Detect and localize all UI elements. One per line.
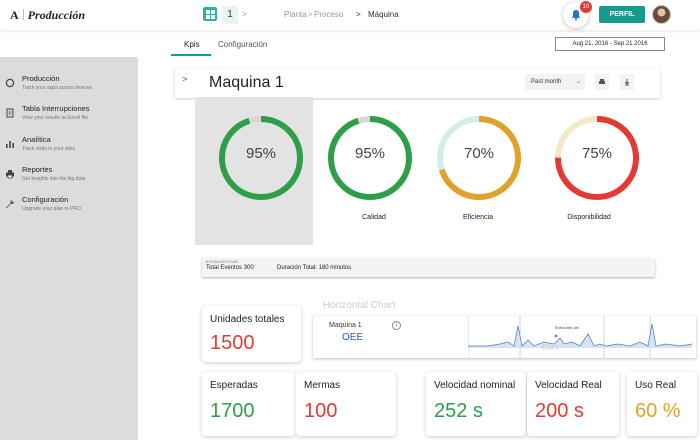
chevron-right-icon[interactable]: > — [182, 74, 187, 84]
notification-badge: 10 — [580, 1, 592, 13]
chart-machine-label: Maquina 1 — [329, 322, 362, 329]
top-bar: A Producción 1 > Planta > Proceso > Máqui… — [0, 0, 700, 30]
sidebar-item-label: Reportes — [22, 165, 53, 174]
horizontal-chart-title: Horizontal Chart — [323, 300, 396, 311]
breadcrumb-maquina[interactable]: Máquina — [368, 10, 399, 19]
kpi-label: Velocidad nominal — [434, 380, 516, 391]
download-icon — [624, 79, 630, 86]
page-number[interactable]: 1 — [222, 6, 238, 24]
kpi-label: Velocidad Real — [535, 380, 602, 391]
chevron-right-icon: > — [242, 10, 247, 19]
kpi-label: Unidades totales — [210, 314, 285, 325]
kpi-card-unidades-totales: Unidades totales 1500 — [202, 306, 301, 362]
kpi-card-velocidad-real: Velocidad Real 200 s — [527, 372, 619, 436]
gauge-label-disponibilidad: Disponibilidad — [567, 214, 611, 221]
wrench-icon — [6, 200, 15, 209]
sidebar-item-tabla-interrupciones[interactable]: Tabla Interrupciones View your results a… — [0, 104, 138, 132]
breadcrumb-proceso[interactable]: Proceso — [314, 10, 343, 19]
sidebar-item-subtitle: Get insights into the big data — [22, 176, 86, 182]
sidebar-item-analitica[interactable]: Analítica Track visits to your sites — [0, 135, 138, 163]
sidebar-item-subtitle: Upgrade your plan to PRO — [22, 206, 81, 212]
horizontal-chart-card: Maquina 1 OEE i Enhoured del Bars — [313, 316, 696, 358]
info-icon[interactable]: i — [392, 321, 401, 330]
kpi-card-velocidad-nominal: Velocidad nominal 252 s — [426, 372, 526, 436]
chevron-right-icon: > — [356, 10, 361, 19]
gauge-eficiencia[interactable]: 70% — [435, 114, 523, 202]
machine-title: Maquina 1 — [209, 74, 284, 91]
date-range-picker[interactable]: Aug 21, 2016 - Sep 21 2016 — [555, 37, 665, 51]
chart-annotation: Enhoured del — [555, 325, 579, 330]
bell-icon — [572, 10, 580, 21]
sidebar-item-label: Tabla Interrupciones — [22, 104, 90, 113]
kpi-label: Esperadas — [210, 380, 258, 391]
notifications-button[interactable]: 10 — [563, 1, 592, 28]
kpi-value: 200 s — [535, 400, 584, 422]
kpi-card-uso-real: Uso Real 60 % — [627, 372, 697, 436]
sidebar-item-configuracion[interactable]: Configuración Upgrade your plan to PRO — [0, 195, 138, 223]
sidebar-item-label: Analítica — [22, 135, 51, 144]
print-button[interactable] — [595, 74, 609, 90]
logo-letter: A — [10, 8, 19, 22]
chevron-right-icon: > — [308, 10, 313, 19]
chart-overlay-label: Bars — [542, 343, 559, 352]
chart-metric-label: OEE — [342, 332, 364, 343]
kpi-value: 1500 — [210, 332, 255, 354]
gauge-percent: 95% — [245, 145, 277, 162]
printer-icon — [599, 79, 605, 84]
kpi-value: 100 — [304, 400, 338, 422]
kpi-card-mermas: Mermas 100 — [296, 372, 396, 436]
printer-icon — [6, 170, 14, 179]
kpi-value: 1700 — [210, 400, 255, 422]
period-select-value: Past month — [531, 79, 562, 85]
document-icon — [6, 108, 14, 118]
avatar[interactable] — [652, 5, 671, 24]
kpi-label: Uso Real — [635, 380, 677, 391]
kpi-label: Mermas — [304, 380, 341, 391]
app-title: Producción — [27, 8, 86, 22]
circle-icon — [5, 78, 15, 88]
gauge-disponibilidad[interactable]: 75% — [553, 114, 641, 202]
gauge-percent: 95% — [354, 145, 386, 162]
sidebar-item-subtitle: View your results as Excel file — [22, 115, 89, 121]
sidebar-item-subtitle: Track your apps across devices — [22, 85, 93, 91]
sidebar-item-produccion[interactable]: Producción Track your apps across device… — [0, 74, 138, 102]
kpi-value: 60 % — [635, 400, 681, 422]
gauge-calidad[interactable]: 95% — [326, 114, 414, 202]
period-select[interactable]: Past month ⌄ — [525, 74, 585, 90]
sidebar: Producción Track your apps across device… — [0, 57, 138, 440]
kpi-value: 252 s — [434, 400, 483, 422]
bar-chart-icon — [6, 141, 14, 148]
sidebar-item-subtitle: Track visits to your sites — [22, 146, 76, 152]
sidebar-item-label: Configuración — [22, 195, 69, 204]
gauge-oee[interactable]: 95% — [217, 114, 305, 202]
statistics-bar: ESTADISTICAS Total Eventos 300 Duración … — [202, 258, 655, 277]
sidebar-item-reportes[interactable]: Reportes Get insights into the big data — [0, 165, 138, 193]
logo-divider — [22, 9, 24, 20]
active-tab-indicator — [171, 54, 211, 56]
machine-header: > Maquina 1 Past month ⌄ — [175, 68, 660, 98]
tab-configuracion[interactable]: Configuración — [218, 40, 267, 49]
perfil-button[interactable]: PERFIL — [599, 6, 645, 23]
statistics-header: ESTADISTICAS — [206, 259, 239, 264]
grid-icon[interactable] — [203, 7, 217, 21]
oee-sparkline — [468, 316, 692, 358]
tab-kpis[interactable]: Kpis — [184, 40, 200, 49]
chevron-down-icon: ⌄ — [575, 79, 581, 85]
breadcrumb-planta[interactable]: Planta — [284, 10, 307, 19]
total-duration: Duración Total: 180 minutos — [277, 265, 352, 271]
sidebar-item-label: Producción — [22, 74, 60, 83]
gauge-label-calidad: Calidad — [362, 214, 386, 221]
kpi-card-esperadas: Esperadas 1700 — [202, 372, 296, 436]
gauge-percent: 75% — [581, 145, 613, 162]
app-logo[interactable]: A Producción — [10, 8, 85, 23]
total-events: Total Eventos 300 — [206, 265, 254, 271]
gauge-percent: 70% — [463, 145, 495, 162]
gauge-label-eficiencia: Eficiencia — [463, 214, 493, 221]
download-button[interactable] — [620, 74, 634, 90]
